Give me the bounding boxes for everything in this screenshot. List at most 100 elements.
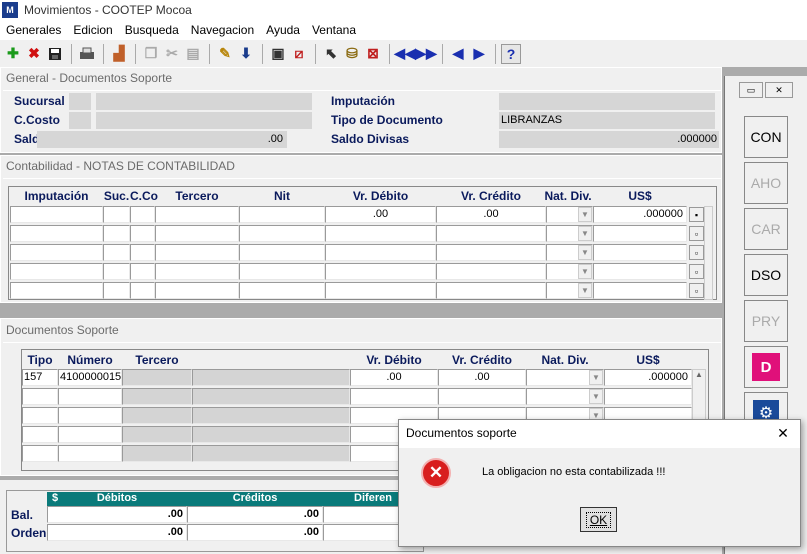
cancel-query-icon[interactable]: ⧄ bbox=[289, 44, 309, 64]
doc-nat-div-dropdown-icon[interactable]: ▼ bbox=[589, 370, 603, 385]
doc-cell-credito[interactable]: .00 bbox=[438, 369, 526, 386]
cont-cell-cco[interactable] bbox=[130, 206, 155, 223]
menu-edicion[interactable]: Edicion bbox=[67, 23, 118, 37]
pry-button[interactable]: PRY bbox=[744, 300, 788, 342]
imputacion-field[interactable] bbox=[499, 93, 715, 110]
doc-cell-numero[interactable] bbox=[58, 445, 122, 462]
doc-cell-tercero-name[interactable] bbox=[192, 388, 350, 405]
menu-navegacion[interactable]: Navegacion bbox=[185, 23, 260, 37]
cont-cell-credito[interactable] bbox=[436, 263, 546, 280]
cont-cell-nit[interactable] bbox=[239, 263, 325, 280]
ccosto-code-field[interactable] bbox=[69, 112, 91, 129]
print-icon[interactable] bbox=[77, 44, 97, 64]
menu-ventana[interactable]: Ventana bbox=[306, 23, 362, 37]
contabilidad-scrollbar[interactable] bbox=[704, 206, 713, 300]
cont-cell-nit[interactable] bbox=[239, 206, 325, 223]
edit-icon[interactable]: ✎ bbox=[215, 44, 235, 64]
ccosto-name-field[interactable] bbox=[96, 112, 312, 129]
cont-cell-debito[interactable] bbox=[325, 282, 436, 299]
menu-generales[interactable]: Generales bbox=[0, 23, 67, 37]
row-select-icon[interactable]: ▫ bbox=[689, 245, 704, 260]
doc-nat-div-dropdown-icon[interactable]: ▼ bbox=[589, 389, 603, 404]
restore-icon[interactable]: ▭ bbox=[739, 82, 763, 98]
doc-cell-tipo[interactable] bbox=[22, 426, 58, 443]
cont-cell-imputacion[interactable] bbox=[10, 225, 103, 242]
last-record-icon[interactable]: ▶▶ bbox=[415, 44, 437, 64]
menu-ayuda[interactable]: Ayuda bbox=[260, 23, 306, 37]
doc-cell-debito[interactable]: .00 bbox=[350, 369, 438, 386]
delete-icon[interactable]: ✖ bbox=[24, 44, 44, 64]
cont-cell-usd[interactable] bbox=[593, 282, 687, 299]
saldo-field[interactable]: .00 bbox=[37, 131, 287, 148]
row-select-icon[interactable]: ▪ bbox=[689, 207, 704, 222]
paste-icon[interactable]: ▤ bbox=[183, 44, 203, 64]
ok-button[interactable]: OK bbox=[580, 507, 617, 532]
nat-div-dropdown-icon[interactable]: ▼ bbox=[578, 264, 592, 279]
cont-cell-imputacion[interactable] bbox=[10, 282, 103, 299]
orden-creditos-field[interactable]: .00 bbox=[187, 524, 323, 541]
orden-debitos-field[interactable]: .00 bbox=[47, 524, 187, 541]
cont-cell-nit[interactable] bbox=[239, 244, 325, 261]
nat-div-dropdown-icon[interactable]: ▼ bbox=[578, 207, 592, 222]
cont-cell-suc[interactable] bbox=[103, 225, 130, 242]
doc-cell-tercero-code[interactable] bbox=[122, 426, 192, 443]
row-select-icon[interactable]: ▫ bbox=[689, 283, 704, 298]
dso-button[interactable]: DSO bbox=[744, 254, 788, 296]
doc-cell-tipo[interactable]: 157 bbox=[22, 369, 58, 386]
doc-cell-tipo[interactable] bbox=[22, 445, 58, 462]
cont-cell-usd[interactable] bbox=[593, 244, 687, 261]
cont-cell-usd[interactable] bbox=[593, 225, 687, 242]
aho-button[interactable]: AHO bbox=[744, 162, 788, 204]
sucursal-code-field[interactable] bbox=[69, 93, 91, 110]
cont-cell-tercero[interactable] bbox=[155, 282, 239, 299]
doc-cell-tercero-code[interactable] bbox=[122, 369, 192, 386]
nat-div-dropdown-icon[interactable]: ▼ bbox=[578, 226, 592, 241]
first-record-icon[interactable]: ◀◀ bbox=[394, 44, 416, 64]
cont-cell-cco[interactable] bbox=[130, 282, 155, 299]
download-icon[interactable]: ⬇ bbox=[236, 44, 256, 64]
cont-cell-cco[interactable] bbox=[130, 263, 155, 280]
doc-cell-usd[interactable] bbox=[604, 388, 692, 405]
doc-cell-tipo[interactable] bbox=[22, 388, 58, 405]
cont-cell-debito[interactable]: .00 bbox=[325, 206, 436, 223]
cont-cell-tercero[interactable] bbox=[155, 206, 239, 223]
cont-cell-cco[interactable] bbox=[130, 225, 155, 242]
tipo-documento-field[interactable]: LIBRANZAS bbox=[499, 112, 715, 129]
nat-div-dropdown-icon[interactable]: ▼ bbox=[578, 283, 592, 298]
saldo-divisas-field[interactable]: .000000 bbox=[499, 131, 719, 148]
help-icon[interactable]: ? bbox=[501, 43, 521, 64]
clear-icon[interactable]: ⊠ bbox=[363, 44, 383, 64]
indesign-button[interactable]: D bbox=[744, 346, 788, 388]
doc-cell-numero[interactable] bbox=[58, 426, 122, 443]
row-select-icon[interactable]: ▫ bbox=[689, 264, 704, 279]
pointer-icon[interactable]: ⬉ bbox=[321, 44, 341, 64]
cont-cell-imputacion[interactable] bbox=[10, 244, 103, 261]
nat-div-dropdown-icon[interactable]: ▼ bbox=[578, 245, 592, 260]
doc-cell-tercero-name[interactable] bbox=[192, 407, 350, 424]
cont-cell-debito[interactable] bbox=[325, 263, 436, 280]
cont-cell-suc[interactable] bbox=[103, 263, 130, 280]
cont-cell-nit[interactable] bbox=[239, 225, 325, 242]
doc-cell-tercero-code[interactable] bbox=[122, 407, 192, 424]
con-button[interactable]: CON bbox=[744, 116, 788, 158]
doc-cell-tipo[interactable] bbox=[22, 407, 58, 424]
cont-cell-imputacion[interactable] bbox=[10, 263, 103, 280]
cont-cell-tercero[interactable] bbox=[155, 263, 239, 280]
doc-cell-tercero-code[interactable] bbox=[122, 445, 192, 462]
cont-cell-credito[interactable] bbox=[436, 244, 546, 261]
cont-cell-nit[interactable] bbox=[239, 282, 325, 299]
database-icon[interactable]: ⛁ bbox=[342, 44, 362, 64]
bal-debitos-field[interactable]: .00 bbox=[47, 506, 187, 523]
doc-cell-tercero-name[interactable] bbox=[192, 426, 350, 443]
sucursal-name-field[interactable] bbox=[96, 93, 312, 110]
cont-cell-tercero[interactable] bbox=[155, 244, 239, 261]
cont-cell-tercero[interactable] bbox=[155, 225, 239, 242]
cont-cell-suc[interactable] bbox=[103, 244, 130, 261]
doc-cell-debito[interactable] bbox=[350, 388, 438, 405]
cont-cell-imputacion[interactable] bbox=[10, 206, 103, 223]
cont-cell-suc[interactable] bbox=[103, 206, 130, 223]
cont-cell-usd[interactable]: .000000 bbox=[593, 206, 687, 223]
doc-cell-numero[interactable] bbox=[58, 388, 122, 405]
cont-cell-usd[interactable] bbox=[593, 263, 687, 280]
doc-cell-numero[interactable] bbox=[58, 407, 122, 424]
